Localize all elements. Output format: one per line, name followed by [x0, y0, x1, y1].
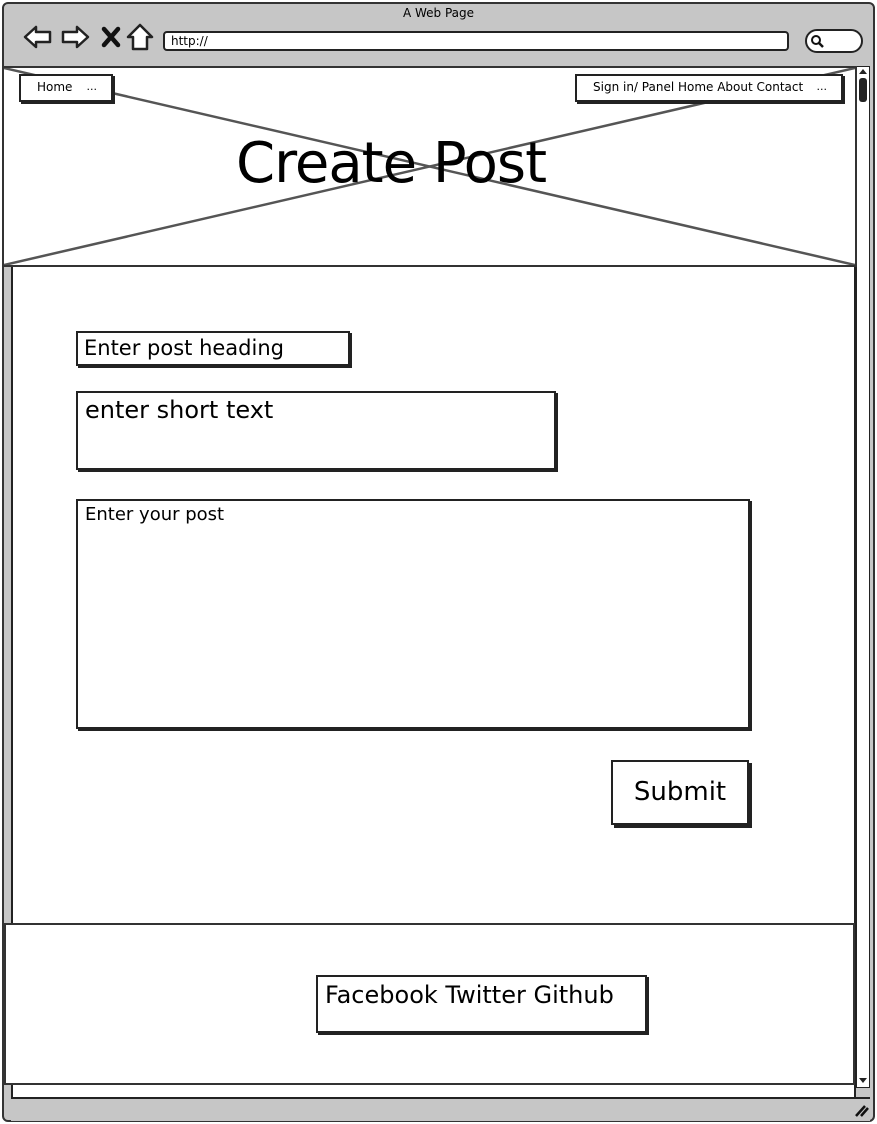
home-icon[interactable]: [125, 22, 155, 52]
scroll-down-icon[interactable]: [858, 1077, 868, 1085]
resize-grip-icon[interactable]: [853, 1103, 869, 1117]
address-bar[interactable]: http://: [163, 31, 789, 51]
nav-menu-right[interactable]: Sign in/ Panel Home About Contact ...: [575, 74, 843, 102]
social-links[interactable]: Facebook Twitter Github: [316, 975, 647, 1033]
scroll-up-icon[interactable]: [858, 67, 868, 75]
forward-icon[interactable]: [60, 22, 90, 52]
short-text-placeholder: enter short text: [85, 396, 274, 424]
close-icon[interactable]: [96, 22, 126, 52]
post-body-textarea[interactable]: Enter your post: [76, 499, 750, 729]
social-links-text[interactable]: Facebook Twitter Github: [325, 981, 614, 1009]
post-heading-placeholder: Enter post heading: [84, 336, 284, 360]
status-bar: [11, 1097, 870, 1121]
post-body-placeholder: Enter your post: [85, 504, 225, 525]
page-title: Create Post: [236, 131, 547, 196]
post-heading-input[interactable]: Enter post heading: [76, 331, 350, 366]
browser-search-field[interactable]: [805, 29, 863, 53]
search-icon: [811, 35, 824, 48]
nav-menu-left[interactable]: Home ...: [19, 74, 113, 102]
window-title: A Web Page: [402, 6, 475, 20]
short-text-input[interactable]: enter short text: [76, 391, 556, 470]
menu-item-home[interactable]: Home: [37, 80, 72, 94]
url-text: http://: [171, 34, 208, 48]
menu-overflow[interactable]: ...: [87, 76, 98, 98]
menu-overflow[interactable]: ...: [817, 76, 828, 98]
vertical-scrollbar[interactable]: [856, 66, 870, 1088]
submit-button[interactable]: Submit: [611, 760, 749, 825]
menu-items[interactable]: Sign in/ Panel Home About Contact: [593, 80, 803, 94]
back-icon[interactable]: [23, 22, 53, 52]
scrollbar-thumb[interactable]: [859, 78, 867, 102]
